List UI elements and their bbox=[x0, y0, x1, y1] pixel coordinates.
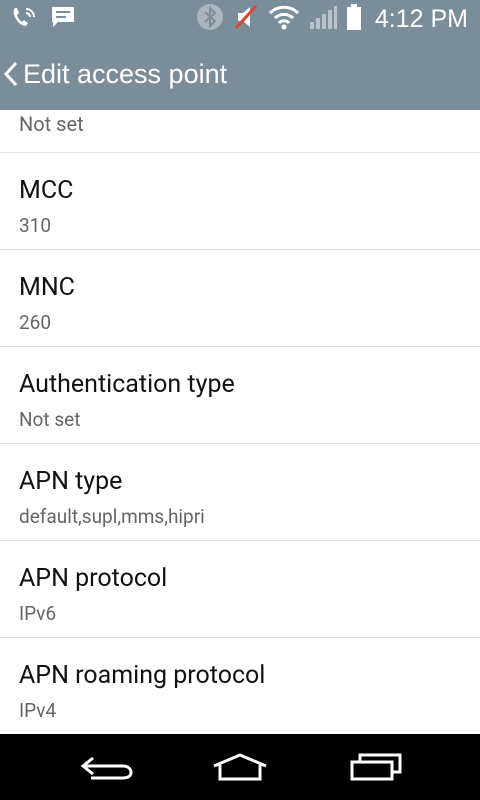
list-item-label: Authentication type bbox=[19, 370, 235, 399]
list-item-label: APN roaming protocol bbox=[19, 661, 266, 690]
list-item-apn-type[interactable]: APN type default,supl,mms,hipri bbox=[0, 444, 480, 541]
wifi-icon bbox=[268, 4, 300, 34]
recents-icon bbox=[350, 753, 402, 781]
list-item-label: APN type bbox=[19, 467, 123, 496]
list-item[interactable]: Not set bbox=[0, 110, 480, 153]
list-item-label: MCC bbox=[19, 176, 74, 205]
action-bar: Edit access point bbox=[0, 38, 480, 110]
status-time: 4:12 PM bbox=[374, 5, 468, 33]
chevron-left-icon[interactable] bbox=[2, 60, 20, 88]
recents-button[interactable] bbox=[296, 734, 456, 800]
list-item-mnc[interactable]: MNC 260 bbox=[0, 250, 480, 347]
list-item-value: Not set bbox=[19, 112, 84, 136]
wifi-calling-icon bbox=[10, 5, 38, 33]
message-icon bbox=[50, 5, 76, 33]
back-icon bbox=[80, 756, 133, 780]
sound-muted-icon bbox=[233, 3, 259, 35]
home-icon bbox=[213, 753, 267, 781]
list-item-authentication-type[interactable]: Authentication type Not set bbox=[0, 347, 480, 444]
list-item-value: Not set bbox=[19, 408, 81, 431]
list-item-apn-protocol[interactable]: APN protocol IPv6 bbox=[0, 541, 480, 638]
navigation-bar bbox=[0, 734, 480, 800]
list-item-value: IPv6 bbox=[19, 602, 57, 625]
battery-icon bbox=[346, 3, 362, 35]
list-item-value: 260 bbox=[19, 311, 52, 334]
list-item-value: 310 bbox=[19, 214, 52, 237]
page-title[interactable]: Edit access point bbox=[23, 57, 227, 91]
signal-icon bbox=[309, 4, 337, 34]
status-bar: 4:12 PM bbox=[0, 0, 480, 38]
list-item-label: MNC bbox=[19, 273, 75, 302]
list-item-value: default,supl,mms,hipri bbox=[19, 505, 205, 528]
list-item-mcc[interactable]: MCC 310 bbox=[0, 153, 480, 250]
bluetooth-icon bbox=[196, 3, 224, 35]
list-item-value: IPv4 bbox=[19, 699, 57, 722]
settings-list: Not set MCC 310 MNC 260 Authentication t… bbox=[0, 110, 480, 734]
list-item-apn-roaming-protocol[interactable]: APN roaming protocol IPv4 bbox=[0, 638, 480, 734]
list-item-label: APN protocol bbox=[19, 564, 168, 593]
